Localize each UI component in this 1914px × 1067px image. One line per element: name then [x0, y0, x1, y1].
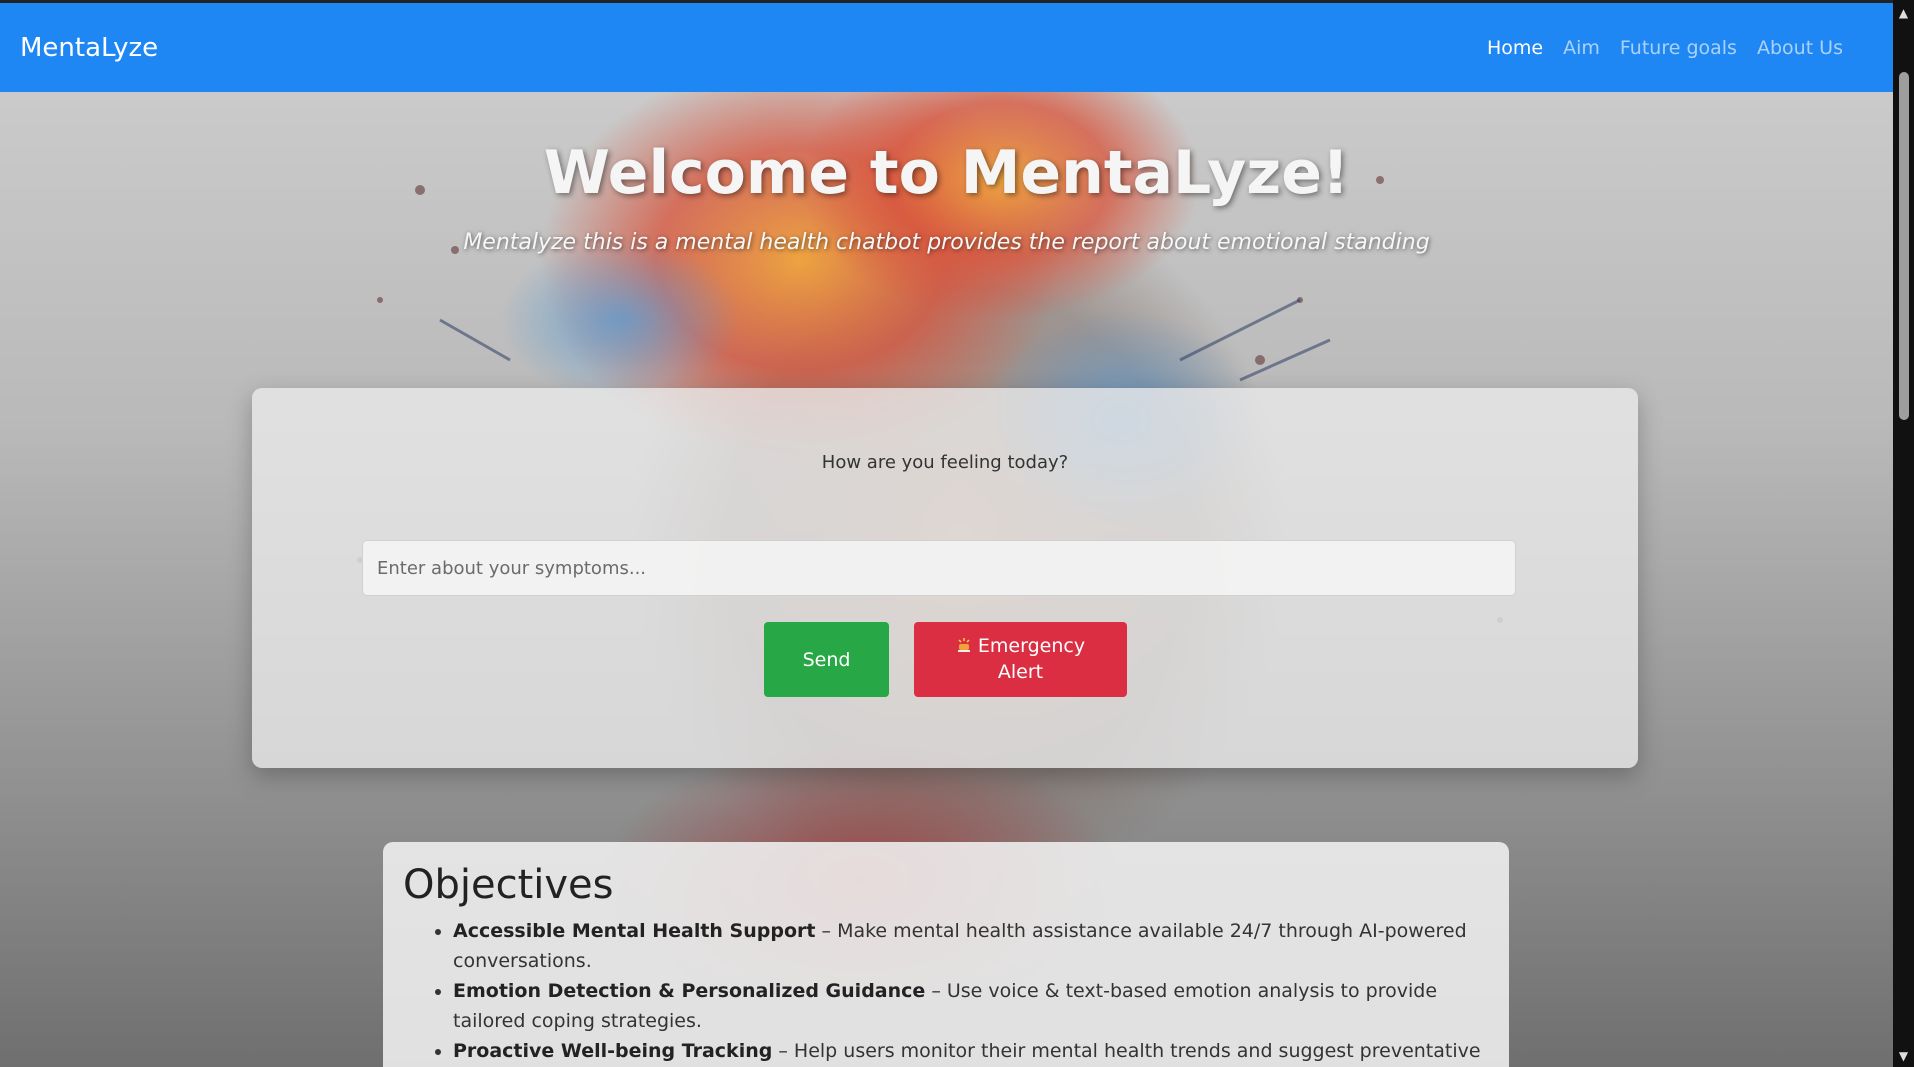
- siren-icon: [956, 636, 972, 658]
- objectives-card: Objectives Accessible Mental Health Supp…: [383, 842, 1509, 1067]
- objective-heading: Emotion Detection & Personalized Guidanc…: [453, 980, 926, 1002]
- nav-link-home[interactable]: Home: [1477, 37, 1553, 59]
- symptom-input[interactable]: [362, 540, 1516, 596]
- list-item: Accessible Mental Health Support – Make …: [453, 916, 1489, 976]
- chat-question: How are you feeling today?: [821, 452, 1069, 473]
- page: MentaLyze Home Aim Future goals About Us…: [0, 0, 1914, 1067]
- brand-logo[interactable]: MentaLyze: [20, 33, 158, 63]
- emergency-label: Emergency Alert: [977, 634, 1086, 683]
- nav-link-future-goals[interactable]: Future goals: [1610, 37, 1747, 59]
- navbar: MentaLyze Home Aim Future goals About Us: [0, 0, 1893, 92]
- page-subtitle: Mentalyze this is a mental health chatbo…: [463, 230, 1430, 255]
- list-item: Emotion Detection & Personalized Guidanc…: [453, 976, 1489, 1036]
- page-title: Welcome to MentaLyze!: [543, 138, 1350, 208]
- send-button[interactable]: Send: [764, 622, 889, 697]
- scroll-up-icon[interactable]: ▲: [1893, 6, 1914, 20]
- chat-card: How are you feeling today? Send Emergenc…: [252, 388, 1638, 768]
- objective-heading: Accessible Mental Health Support: [453, 920, 816, 942]
- nav-link-about-us[interactable]: About Us: [1747, 37, 1853, 59]
- objective-heading: Proactive Well-being Tracking: [453, 1040, 773, 1062]
- scrollbar[interactable]: ▲ ▼: [1893, 0, 1914, 1067]
- scroll-down-icon[interactable]: ▼: [1893, 1049, 1914, 1063]
- nav-link-aim[interactable]: Aim: [1553, 37, 1610, 59]
- objectives-list: Accessible Mental Health Support – Make …: [403, 916, 1489, 1067]
- objectives-title: Objectives: [403, 862, 614, 908]
- scroll-thumb[interactable]: [1899, 72, 1909, 420]
- nav-links: Home Aim Future goals About Us: [1477, 37, 1853, 59]
- emergency-label-wrap: Emergency Alert: [932, 634, 1109, 685]
- list-item: Proactive Well-being Tracking – Help use…: [453, 1036, 1489, 1067]
- emergency-alert-button[interactable]: Emergency Alert: [914, 622, 1127, 697]
